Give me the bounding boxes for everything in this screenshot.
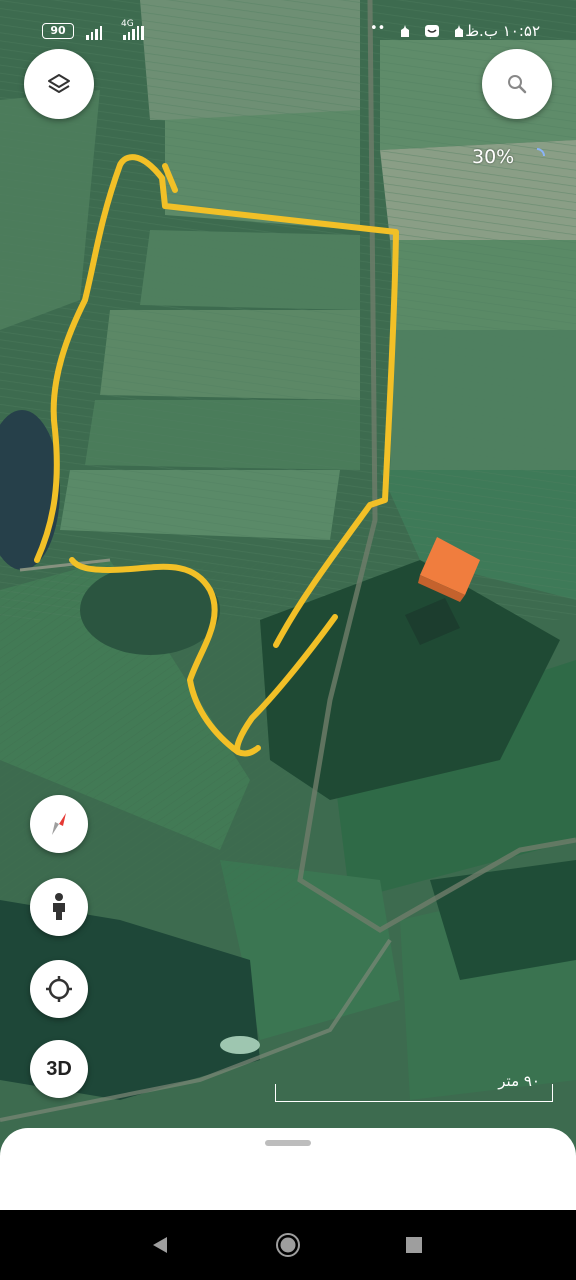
my-location-button[interactable] — [30, 960, 88, 1018]
scale-bar: ۹۰ متر — [275, 1072, 553, 1102]
crosshair-icon — [46, 976, 72, 1002]
compass-icon — [52, 813, 66, 835]
scale-label: ۹۰ متر — [498, 1072, 540, 1090]
signal-strength-icon — [86, 24, 102, 40]
layers-button[interactable] — [24, 49, 94, 119]
3d-button[interactable]: 3D — [30, 1040, 88, 1098]
signal-strength-2-icon — [123, 24, 144, 40]
message-icon — [425, 25, 439, 37]
recents-icon[interactable] — [406, 1237, 422, 1253]
compass-button[interactable] — [30, 795, 88, 853]
layers-icon — [48, 74, 70, 93]
search-icon — [508, 75, 527, 94]
mosque-icon — [401, 25, 409, 37]
status-bar: 90 4G •• ۱۰:۵۲ ب.ظ — [0, 0, 576, 46]
search-button[interactable] — [482, 49, 552, 119]
navigation-bar — [0, 1210, 576, 1280]
person-icon — [53, 893, 65, 920]
clock: ۱۰:۵۲ ب.ظ — [465, 22, 540, 40]
satellite-map[interactable] — [0, 0, 576, 1210]
battery-indicator: 90 — [42, 23, 74, 39]
back-icon[interactable] — [150, 1235, 170, 1255]
zoom-level: 30% — [472, 146, 515, 168]
notification-dots: •• — [370, 21, 386, 36]
street-view-button[interactable] — [30, 878, 88, 936]
loading-spinner-icon — [536, 148, 545, 157]
drag-handle[interactable] — [265, 1140, 311, 1146]
home-icon[interactable] — [275, 1232, 301, 1258]
